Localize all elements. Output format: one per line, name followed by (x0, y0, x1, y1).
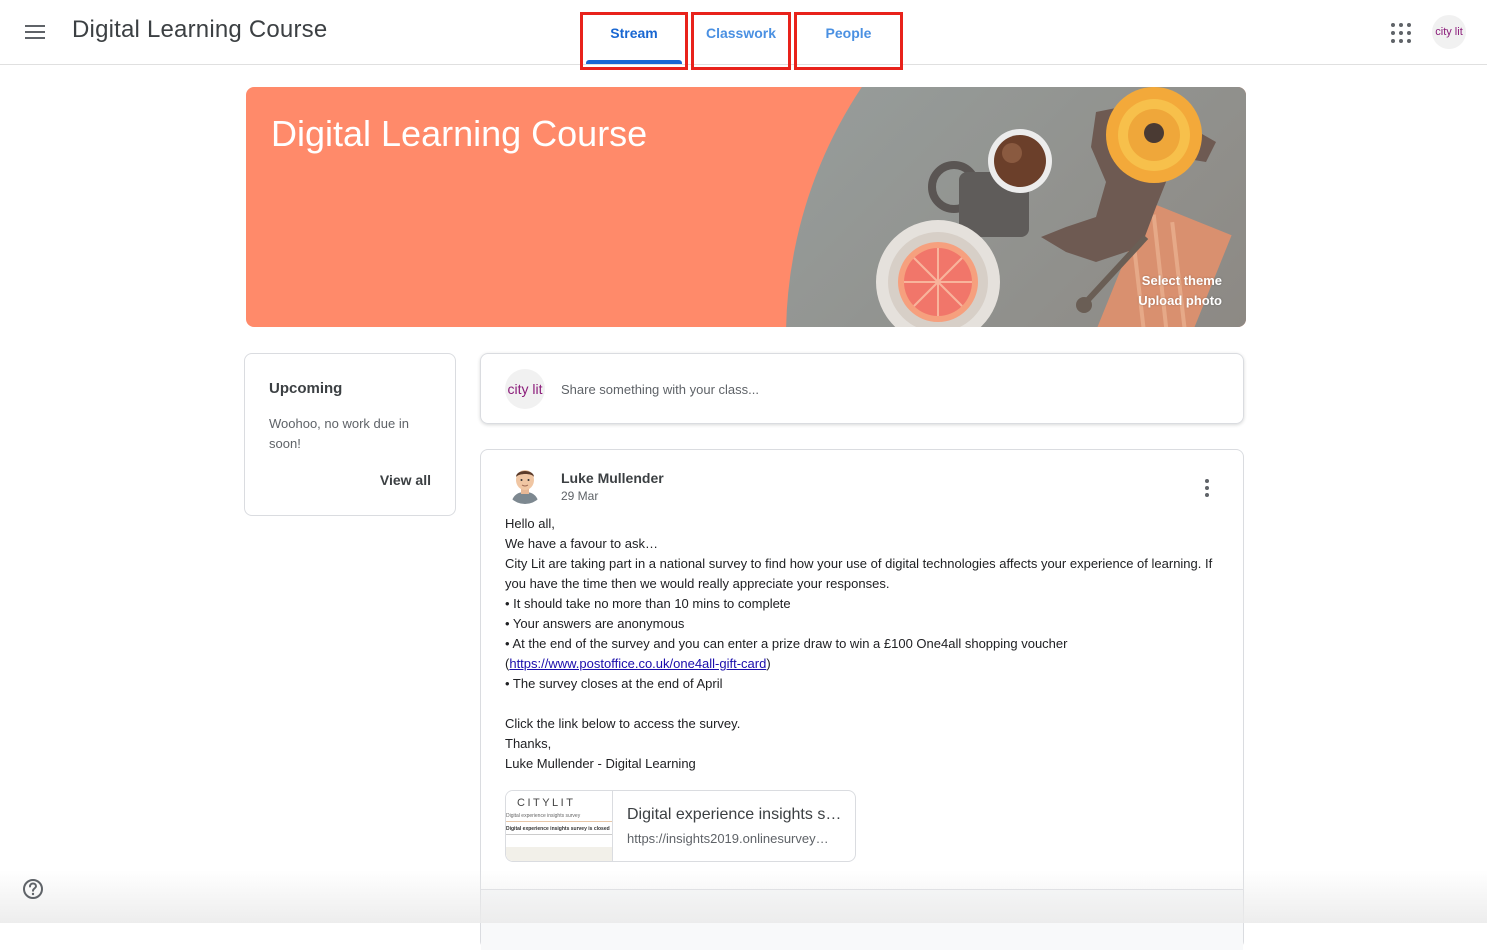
thumbnail-footer (506, 847, 612, 861)
thumbnail-notice: Digital experience insights survey is cl… (506, 826, 610, 832)
post-line: Thanks, (505, 736, 552, 751)
upcoming-title: Upcoming (269, 380, 343, 397)
tab-stream[interactable]: Stream (580, 12, 688, 70)
post-line: • The survey closes at the end of April (505, 676, 723, 691)
share-placeholder: Share something with your class... (561, 382, 759, 397)
main-menu-icon[interactable] (20, 18, 50, 46)
post-line: • At the end of the survey and you can e… (505, 636, 1068, 651)
tab-classwork[interactable]: Classwork (691, 12, 791, 70)
attachment-url: https://insights2019.onlinesurveys.ac.uk (627, 831, 832, 846)
post-line: • It should take no more than 10 mins to… (505, 596, 791, 611)
post-line: • Your answers are anonymous (505, 616, 685, 631)
attachment-thumbnail: CITYLIT Digital experience insights surv… (506, 791, 613, 861)
attachment-title: Digital experience insights survey (627, 806, 842, 823)
person-avatar-icon (505, 464, 545, 504)
more-options-icon[interactable] (1197, 476, 1217, 500)
author-avatar[interactable] (505, 464, 545, 504)
post-line: We have a favour to ask… (505, 536, 658, 551)
thumbnail-heading: Digital experience insights survey (506, 813, 581, 819)
help-icon[interactable] (22, 878, 44, 900)
view-all-button[interactable]: View all (380, 472, 431, 488)
thumbnail-divider (506, 821, 612, 822)
post-link-line: (https://www.postoffice.co.uk/one4all-gi… (505, 654, 1225, 674)
upcoming-message: Woohoo, no work due in soon! (269, 416, 409, 451)
active-tab-indicator (586, 60, 682, 64)
tab-people-label: People (825, 25, 872, 41)
gift-card-link[interactable]: https://www.postoffice.co.uk/one4all-gif… (509, 656, 766, 671)
banner-title: Digital Learning Course (271, 113, 648, 154)
post-line: Click the link below to access the surve… (505, 716, 741, 731)
citylit-logo: CITYLIT (517, 797, 576, 809)
question-mark-icon (23, 879, 43, 899)
tab-stream-label: Stream (610, 25, 658, 41)
post-body: Hello all, We have a favour to ask… City… (505, 514, 1225, 774)
upload-photo-link[interactable]: Upload photo (1138, 293, 1222, 308)
tab-classwork-label: Classwork (705, 25, 777, 41)
post-line (505, 694, 1225, 714)
top-app-bar: Digital Learning Course Stream Classwork… (0, 0, 1487, 70)
select-theme-link[interactable]: Select theme (1142, 273, 1222, 288)
share-avatar: city lit (505, 369, 545, 409)
class-comments-area[interactable] (481, 890, 1243, 950)
post-line: Luke Mullender - Digital Learning (505, 756, 696, 771)
post-author[interactable]: Luke Mullender (561, 470, 664, 486)
survey-link-attachment[interactable]: CITYLIT Digital experience insights surv… (505, 790, 856, 862)
upcoming-card: Upcoming Woohoo, no work due in soon! Vi… (244, 353, 456, 516)
share-with-class-box[interactable]: city lit Share something with your class… (480, 353, 1244, 424)
google-apps-icon[interactable] (1390, 22, 1412, 44)
tab-people[interactable]: People (794, 12, 903, 70)
stream-post: Luke Mullender 29 Mar Hello all, We have… (480, 449, 1244, 950)
post-line: Hello all, (505, 516, 555, 531)
post-date: 29 Mar (561, 489, 599, 503)
link-close-paren: ) (766, 656, 771, 671)
thumbnail-divider (506, 834, 612, 835)
post-line: City Lit are taking part in a national s… (505, 556, 1213, 591)
class-banner: Digital Learning Course Select theme Upl… (246, 87, 1246, 327)
account-avatar[interactable]: city lit (1432, 15, 1466, 49)
course-title[interactable]: Digital Learning Course (72, 16, 327, 44)
